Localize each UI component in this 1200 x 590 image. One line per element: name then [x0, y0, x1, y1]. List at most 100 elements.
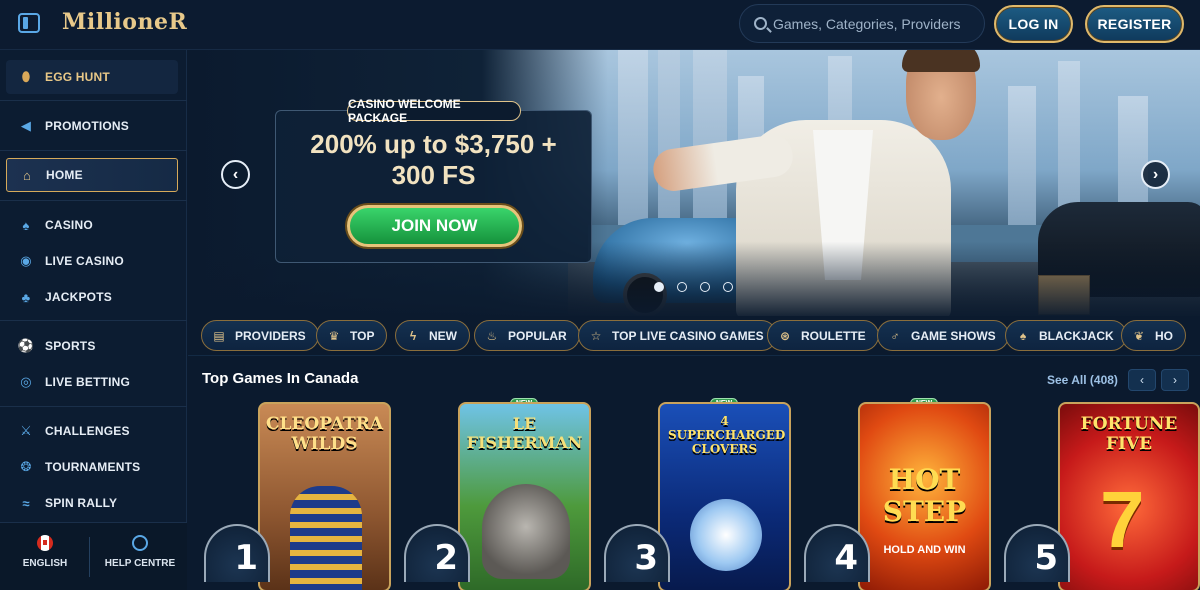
rank-badge: 4	[804, 524, 870, 582]
top-bar: MillioneR LOG IN REGISTER	[0, 0, 1200, 50]
wings-icon: ≈	[22, 495, 30, 511]
clover-icon: ♣	[21, 289, 31, 305]
rank-badge: 5	[1004, 524, 1070, 582]
sidebar-item-egg-hunt[interactable]: ⬮ EGG HUNT	[6, 60, 178, 94]
game-card-hot-step[interactable]: HOT STEP HOLD AND WIN	[858, 402, 991, 590]
sidebar-item-home[interactable]: ⌂ HOME	[6, 158, 178, 192]
chip-label: ROULETTE	[801, 328, 866, 343]
chip-label: BLACKJACK	[1039, 328, 1114, 343]
slide-dot[interactable]	[654, 282, 664, 292]
logo[interactable]: MillioneR	[62, 9, 187, 35]
game-subtitle: HOLD AND WIN	[883, 544, 966, 556]
chip-roulette[interactable]: ⊛ ROULETTE	[767, 320, 879, 351]
egg-icon: ⬮	[21, 69, 31, 84]
sidebar: ⬮ EGG HUNT ◀ PROMOTIONS ⌂ HOME ♠ CASINO …	[0, 50, 187, 590]
sidebar-item-label: HOME	[46, 168, 83, 182]
sidebar-item-label: TOURNAMENTS	[45, 460, 141, 474]
chevron-right-icon: ›	[1173, 373, 1177, 387]
sidebar-divider	[0, 200, 187, 201]
join-now-button[interactable]: JOIN NOW	[347, 205, 522, 247]
chip-label: TOP LIVE CASINO GAMES	[612, 328, 764, 343]
search-icon	[754, 17, 767, 30]
slide-dot[interactable]	[677, 282, 687, 292]
crown-icon: ♛	[328, 328, 340, 343]
chip-icon: ◉	[20, 253, 32, 268]
sidebar-item-jackpots[interactable]: ♣ JACKPOTS	[6, 280, 178, 314]
game-title: CLEOPATRA WILDS	[265, 414, 384, 454]
chip-popular[interactable]: ♨ POPULAR	[474, 320, 580, 351]
language-selector[interactable]: ENGLISH	[14, 535, 76, 569]
chip-new[interactable]: ϟ NEW	[395, 320, 470, 351]
sidebar-item-label: EGG HUNT	[45, 70, 110, 84]
game-card-fortune-five[interactable]: FORTUNE FIVE 7	[1058, 402, 1200, 590]
games-next-button[interactable]: ›	[1161, 369, 1189, 391]
sidebar-item-label: CHALLENGES	[45, 424, 130, 438]
hero-banner[interactable]: CASINO WELCOME PACKAGE 200% up to $3,750…	[188, 50, 1200, 316]
sidebar-item-live-betting[interactable]: ◎ LIVE BETTING	[6, 365, 178, 399]
raccoon-art	[482, 484, 570, 579]
chip-label: POPULAR	[508, 328, 567, 343]
rank-badge: 3	[604, 524, 670, 582]
leaf-icon: ❦	[1133, 328, 1145, 343]
sidebar-item-label: LIVE CASINO	[45, 254, 124, 268]
chip-blackjack[interactable]: ♠ BLACKJACK	[1005, 320, 1127, 351]
sidebar-divider	[0, 320, 187, 321]
book-icon: ▤	[213, 328, 225, 343]
see-all-link[interactable]: See All (408)	[1047, 373, 1118, 387]
sidebar-item-challenges[interactable]: ⚔ CHALLENGES	[6, 414, 178, 448]
game-title: 4 SUPERCHARGED CLOVERS	[668, 414, 786, 456]
chip-top-live-casino-games[interactable]: ☆ TOP LIVE CASINO GAMES	[578, 320, 777, 351]
help-icon	[132, 535, 148, 551]
sidebar-item-promotions[interactable]: ◀ PROMOTIONS	[6, 109, 178, 143]
flame-icon: ♨	[486, 328, 498, 343]
game-card-le-fisherman[interactable]: LE FISHERMAN	[458, 402, 591, 590]
sidebar-item-spin-rally[interactable]: ≈ SPIN RALLY	[6, 486, 178, 520]
sidebar-item-tournaments[interactable]: ❂ TOURNAMENTS	[6, 450, 178, 484]
register-button[interactable]: REGISTER	[1085, 5, 1184, 43]
chip-label: PROVIDERS	[235, 328, 306, 343]
sidebar-toggle-icon[interactable]	[18, 13, 40, 33]
game-title: LE FISHERMAN	[466, 414, 583, 452]
slide-dot[interactable]	[723, 282, 733, 292]
megaphone-icon: ◀	[20, 118, 32, 133]
chip-label: GAME SHOWS	[911, 328, 996, 343]
search-box[interactable]	[739, 4, 985, 43]
chip-top[interactable]: ♛ TOP	[316, 320, 388, 351]
lightning-icon: ϟ	[409, 328, 417, 343]
language-label: ENGLISH	[22, 558, 68, 569]
slide-dot[interactable]	[700, 282, 710, 292]
slide-indicators	[654, 282, 733, 292]
sidebar-item-live-casino[interactable]: ◉ LIVE CASINO	[6, 244, 178, 278]
seven-symbol: 7	[1100, 475, 1145, 564]
sidebar-item-sports[interactable]: ⚽ SPORTS	[6, 329, 178, 363]
login-button[interactable]: LOG IN	[994, 5, 1073, 43]
promo-title-line2: 300 FS	[391, 160, 476, 190]
pharaoh-art	[290, 486, 362, 590]
game-card-4-supercharged-clovers[interactable]: 4 SUPERCHARGED CLOVERS	[658, 402, 791, 590]
chip-label: TOP	[350, 328, 375, 343]
game-title: FORTUNE FIVE	[1080, 414, 1178, 454]
games-prev-button[interactable]: ‹	[1128, 369, 1156, 391]
sidebar-divider	[0, 406, 187, 407]
chip-ho[interactable]: ❦ HO	[1121, 320, 1186, 351]
sidebar-item-label: SPORTS	[45, 339, 96, 353]
hero-next-button[interactable]: ›	[1141, 160, 1170, 189]
sidebar-divider	[0, 150, 187, 151]
sidebar-footer: ENGLISH HELP CENTRE	[0, 522, 187, 590]
search-input[interactable]	[773, 5, 978, 42]
chip-label: NEW	[429, 328, 457, 343]
home-icon: ⌂	[22, 167, 32, 183]
sidebar-item-label: PROMOTIONS	[45, 119, 130, 133]
sidebar-item-casino[interactable]: ♠ CASINO	[6, 208, 178, 242]
chevron-left-icon: ‹	[1140, 373, 1144, 387]
chip-providers[interactable]: ▤ PROVIDERS	[201, 320, 319, 351]
sidebar-item-label: JACKPOTS	[45, 290, 112, 304]
chip-label: HO	[1155, 328, 1173, 343]
hero-prev-button[interactable]: ‹	[221, 160, 250, 189]
cards-icon: ♠	[1019, 328, 1027, 343]
sidebar-item-label: CASINO	[45, 218, 93, 232]
chip-game-shows[interactable]: ♂ GAME SHOWS	[877, 320, 1009, 351]
game-card-cleopatra-wilds[interactable]: CLEOPATRA WILDS	[258, 402, 391, 590]
help-centre-link[interactable]: HELP CENTRE	[100, 535, 180, 569]
game-title: HOT STEP	[882, 463, 967, 528]
